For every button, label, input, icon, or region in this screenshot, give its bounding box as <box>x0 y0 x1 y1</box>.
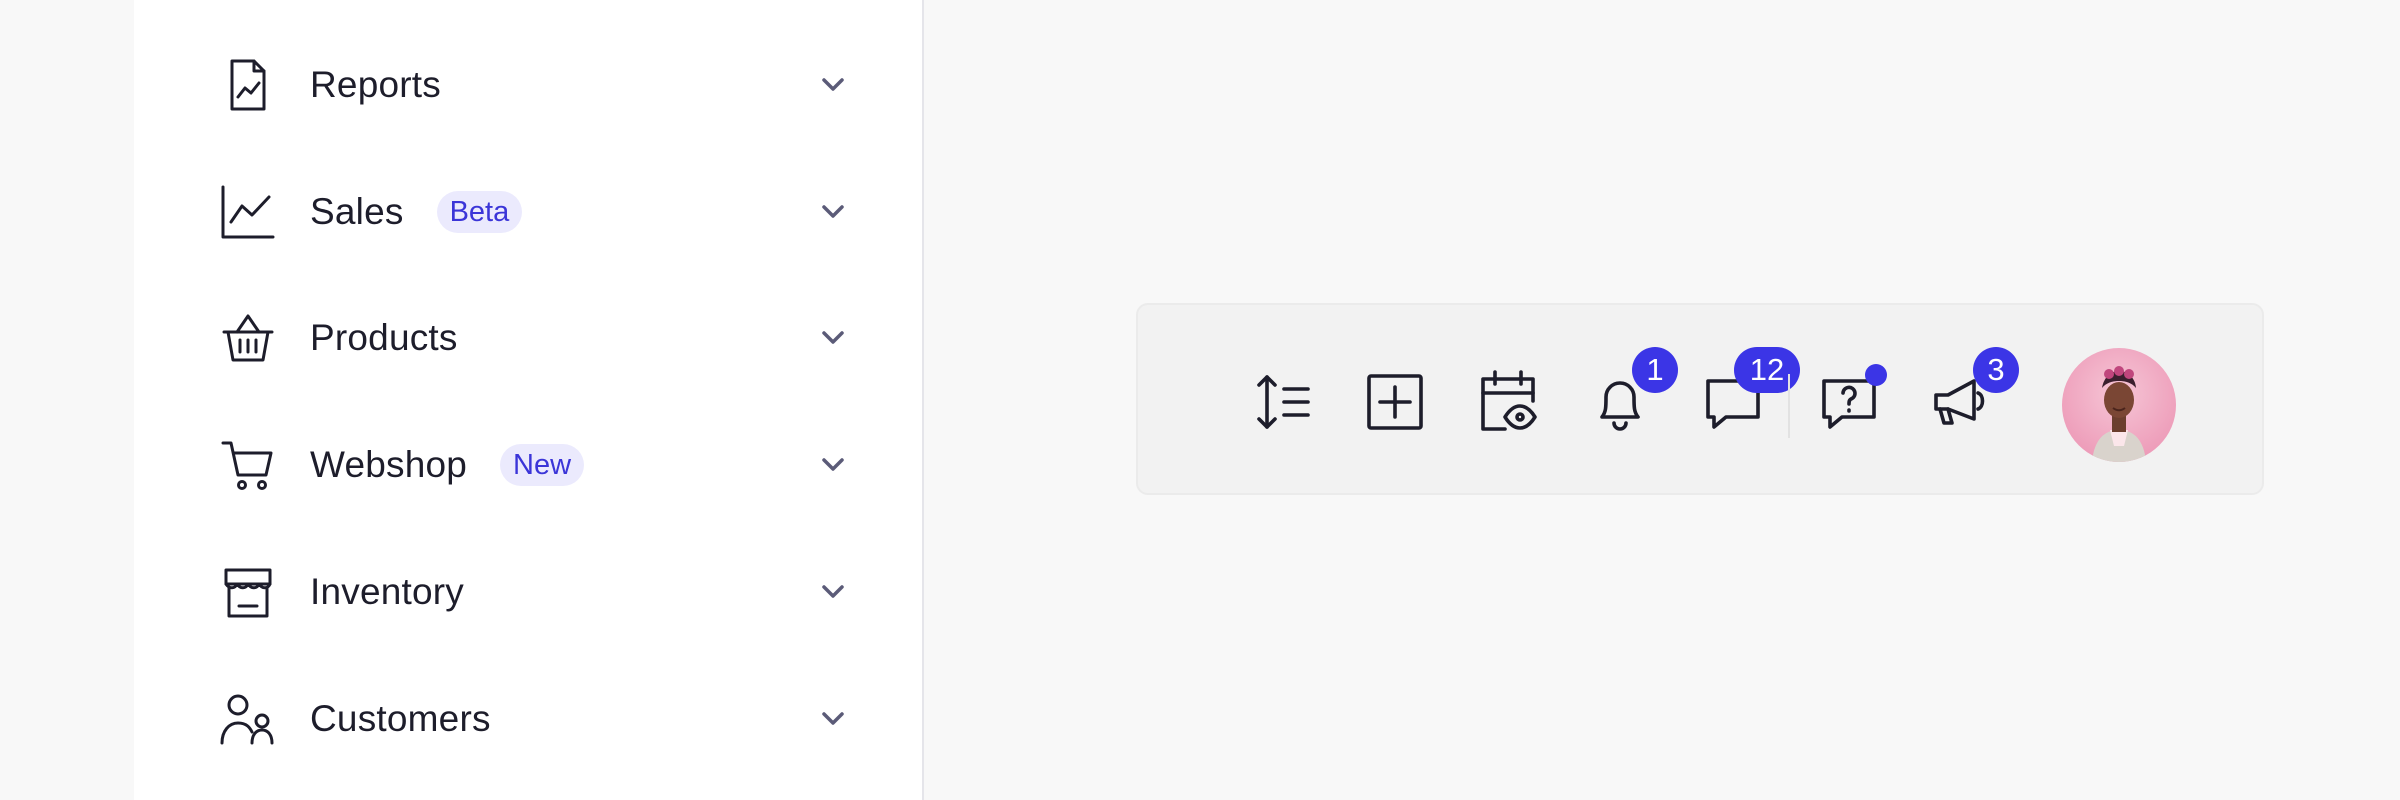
chevron-down-icon[interactable] <box>818 704 848 734</box>
line-chart-icon <box>218 182 278 242</box>
toolbar-divider <box>1788 374 1790 438</box>
chevron-down-icon[interactable] <box>818 197 848 227</box>
sidebar: Reports Sales Beta Products Webshop New … <box>134 0 924 800</box>
sidebar-item-webshop[interactable]: Webshop New <box>218 420 848 510</box>
chevron-down-icon[interactable] <box>818 577 848 607</box>
line-height-button[interactable] <box>1247 368 1319 440</box>
avatar[interactable] <box>2062 348 2176 462</box>
store-icon <box>218 562 278 622</box>
plus-square-icon <box>1362 369 1428 440</box>
sidebar-item-label: Sales <box>310 191 404 232</box>
sidebar-item-sales[interactable]: Sales Beta <box>218 167 848 257</box>
basket-icon <box>218 308 278 368</box>
users-icon <box>218 689 278 749</box>
line-height-icon <box>1250 369 1316 440</box>
calendar-view-button[interactable] <box>1472 368 1544 440</box>
chevron-down-icon[interactable] <box>818 70 848 100</box>
beta-badge: Beta <box>436 191 523 233</box>
calendar-view-icon <box>1475 369 1541 440</box>
notification-count-badge: 1 <box>1632 347 1678 393</box>
report-document-icon <box>218 55 278 115</box>
avatar-image <box>2092 366 2146 462</box>
sidebar-item-label: Inventory <box>310 571 464 612</box>
sidebar-item-inventory[interactable]: Inventory <box>218 547 848 637</box>
sidebar-item-label: Customers <box>310 698 491 739</box>
sidebar-item-label: Reports <box>310 64 441 105</box>
sidebar-item-label: Products <box>310 317 458 358</box>
help-indicator-dot <box>1865 364 1887 386</box>
chevron-down-icon[interactable] <box>818 323 848 353</box>
sidebar-item-products[interactable]: Products <box>218 293 848 383</box>
sidebar-item-reports[interactable]: Reports <box>218 40 848 130</box>
shopping-cart-icon <box>218 435 278 495</box>
chevron-down-icon[interactable] <box>818 450 848 480</box>
sidebar-item-customers[interactable]: Customers <box>218 674 848 764</box>
message-count-badge: 12 <box>1734 347 1800 393</box>
sidebar-item-label: Webshop <box>310 444 468 485</box>
add-button[interactable] <box>1359 368 1431 440</box>
announcement-count-badge: 3 <box>1973 347 2019 393</box>
new-badge: New <box>500 444 585 486</box>
